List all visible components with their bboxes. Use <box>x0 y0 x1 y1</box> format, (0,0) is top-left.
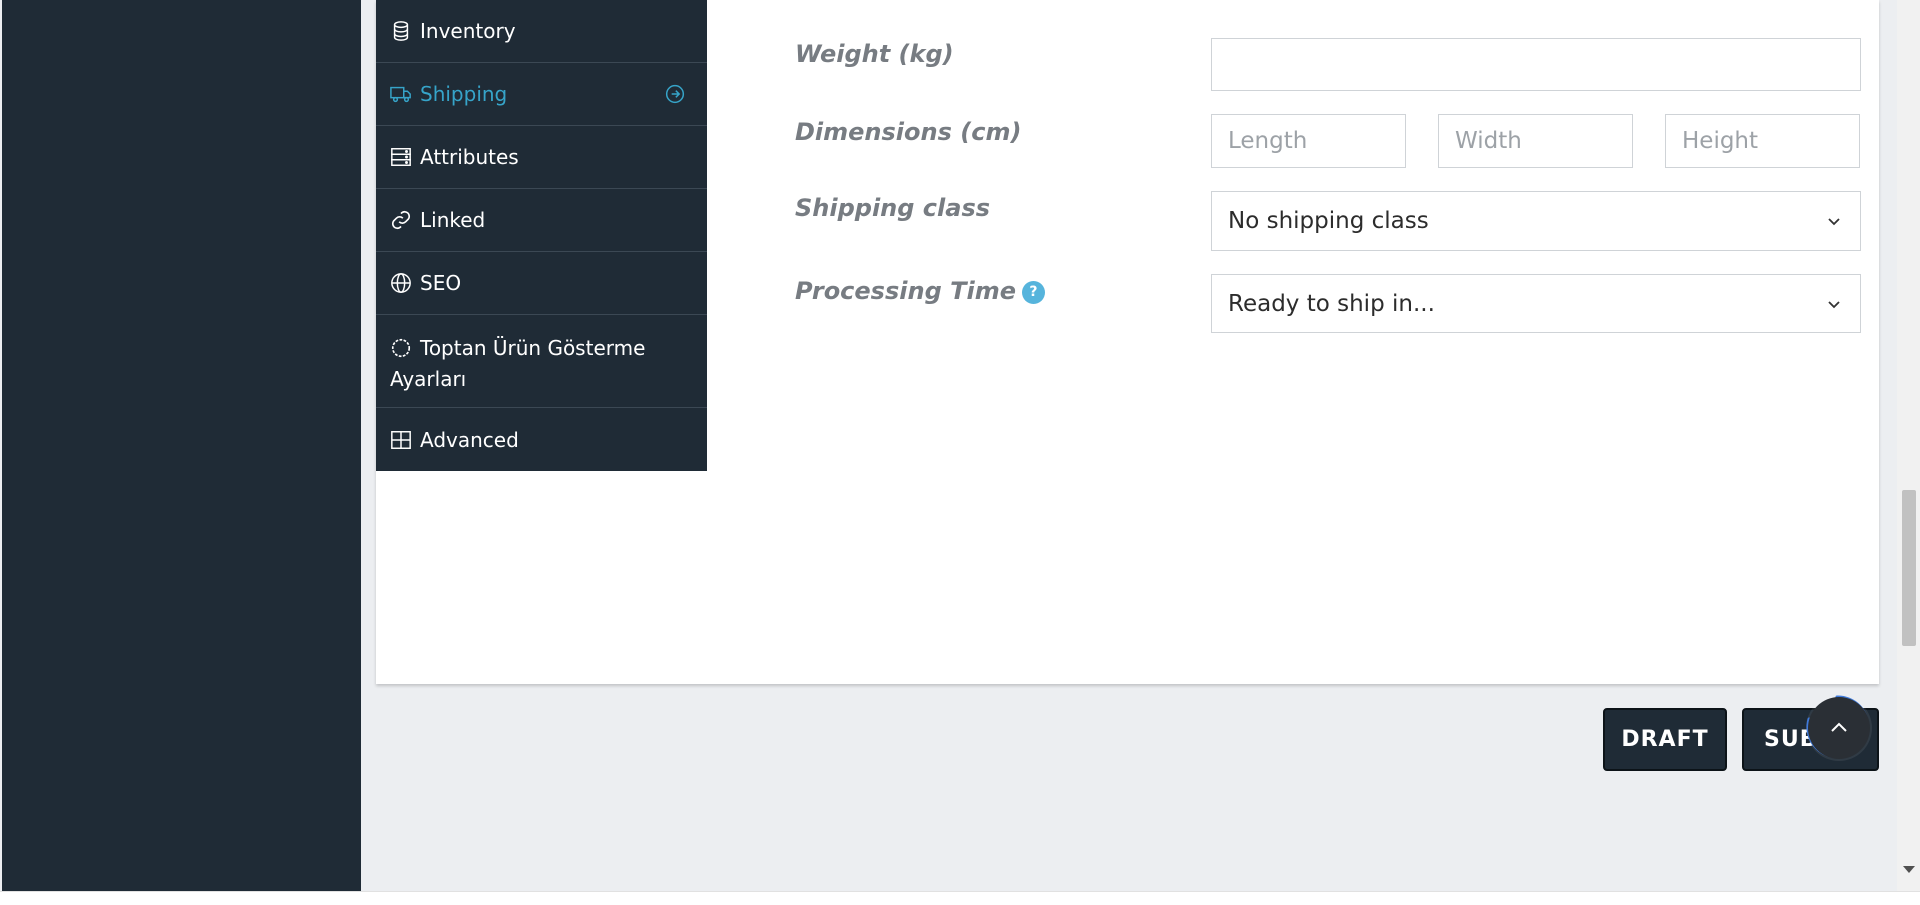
height-input[interactable]: Height <box>1665 114 1860 168</box>
scroll-to-top-button[interactable] <box>1808 697 1870 759</box>
processing-time-select[interactable]: Ready to ship in... <box>1211 274 1861 333</box>
tab-advanced[interactable]: Advanced <box>376 408 707 471</box>
chevron-down-icon <box>1828 218 1840 226</box>
tab-label: Advanced <box>420 427 519 452</box>
tab-label: Attributes <box>420 145 519 169</box>
dimensions-label: Dimensions (cm) <box>795 118 1022 146</box>
tab-label: Inventory <box>420 19 516 43</box>
shipping-class-label: Shipping class <box>795 194 991 222</box>
tab-label-text: Toptan Ürün Gösterme Ayarları <box>390 336 646 391</box>
draft-button[interactable]: DRAFT <box>1603 708 1727 771</box>
circle-dashed-icon <box>391 338 411 358</box>
tab-seo[interactable]: SEO <box>376 252 707 315</box>
admin-sidebar <box>2 0 361 891</box>
weight-input[interactable] <box>1211 38 1861 91</box>
tab-label: Toptan Ürün Gösterme Ayarları <box>390 333 693 395</box>
scroll-down-arrow-icon[interactable] <box>1903 866 1915 873</box>
chevron-down-icon <box>1828 300 1840 308</box>
truck-icon <box>390 86 411 103</box>
tab-wholesale-settings[interactable]: Toptan Ürün Gösterme Ayarları <box>376 315 707 408</box>
tab-attributes[interactable]: Attributes <box>376 126 707 189</box>
processing-time-text: Processing Time <box>795 277 1016 305</box>
page-scrollbar[interactable] <box>1897 0 1920 891</box>
arrow-circle-right-icon <box>665 84 685 104</box>
tab-label: SEO <box>420 271 462 295</box>
scrollbar-thumb[interactable] <box>1902 490 1916 646</box>
width-input[interactable]: Width <box>1438 114 1633 168</box>
shipping-class-value: No shipping class <box>1228 208 1429 234</box>
tab-shipping[interactable]: Shipping <box>376 63 707 126</box>
table-icon <box>391 430 411 449</box>
help-icon[interactable]: ? <box>1021 280 1045 304</box>
processing-time-value: Ready to ship in... <box>1228 290 1435 317</box>
server-icon <box>391 148 411 166</box>
tab-inventory[interactable]: Inventory <box>376 0 707 63</box>
product-data-tabs: Inventory Shipping Attributes Linked SEO… <box>376 0 707 471</box>
globe-icon <box>391 273 411 293</box>
chevron-up-icon <box>1831 722 1847 732</box>
window-bottom-strip <box>0 891 1920 905</box>
length-input[interactable]: Length <box>1211 114 1406 168</box>
weight-label: Weight (kg) <box>795 40 954 68</box>
shipping-class-select[interactable]: No shipping class <box>1211 191 1861 251</box>
tab-linked[interactable]: Linked <box>376 189 707 252</box>
processing-time-label: Processing Time? <box>795 277 1045 305</box>
tab-label: Shipping <box>420 82 508 106</box>
link-icon <box>391 210 411 230</box>
database-icon <box>393 21 409 41</box>
tab-label: Linked <box>420 208 486 232</box>
